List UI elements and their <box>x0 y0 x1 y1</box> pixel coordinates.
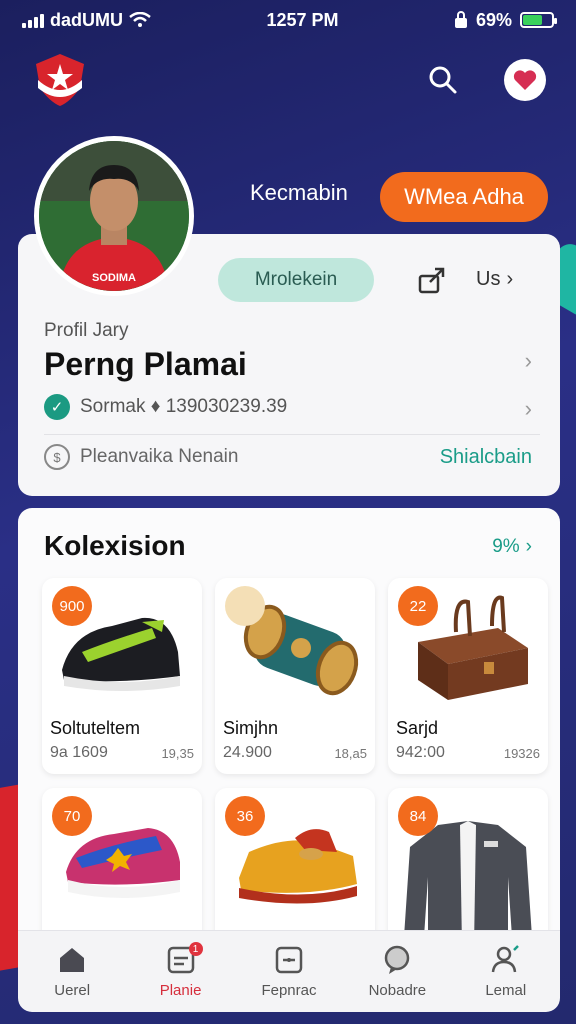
battery-percent: 69% <box>475 9 512 30</box>
carrier-name: dadUMU <box>50 9 123 30</box>
info-row: $ Pleanvaika Nenain <box>44 444 238 470</box>
user-icon <box>491 945 519 973</box>
clock: 1257 PM <box>266 9 339 30</box>
chevron-right-icon[interactable]: › <box>525 396 532 422</box>
signal-icon <box>22 12 44 28</box>
item-name: Simjhn <box>223 718 279 738</box>
item-count: 18,a5 <box>334 746 367 761</box>
nav-label: Uerel <box>54 982 91 999</box>
nav-item-nobadre[interactable]: Nobadre <box>347 944 447 999</box>
nav-item-lemal[interactable]: Lemal <box>456 944 556 999</box>
status-bar: dadUMU 1257 PM 69% <box>0 0 576 40</box>
nav-label: Lemal <box>485 982 527 999</box>
info-icon: $ <box>44 444 70 470</box>
player-photo: SODIMA <box>39 141 189 291</box>
more-link[interactable]: Us › <box>476 268 513 291</box>
eagle-shield-logo[interactable] <box>30 50 90 110</box>
profile-name: Perng Plamai <box>44 346 247 382</box>
collection-item[interactable]: 70 <box>42 788 202 948</box>
collection-more-label: 9% <box>492 536 520 557</box>
search-icon <box>429 66 457 94</box>
heart-icon <box>513 70 537 90</box>
chevron-right-icon: › <box>525 536 532 557</box>
item-badge: 900 <box>52 586 92 626</box>
panel-icon <box>275 946 303 974</box>
nav-label: Planie <box>159 982 202 999</box>
profile-label: Profil Jary <box>44 320 129 341</box>
collection-item[interactable]: 22 Sarjd 942:00 19326 <box>388 578 548 774</box>
item-price: 942:00 <box>396 744 445 761</box>
collection-item[interactable]: 900 Soltuteltem 9a 1609 19,35 <box>42 578 202 774</box>
verify-text: Sormak ♦ 1390302​39.39 <box>80 396 288 417</box>
svg-text:SODIMA: SODIMA <box>92 272 136 284</box>
collection-more-link[interactable]: 9% › <box>492 536 532 558</box>
item-count: 19,35 <box>161 746 194 761</box>
item-badge <box>225 586 265 626</box>
nav-label: Nobadre <box>368 982 427 999</box>
item-badge: 70 <box>52 796 92 836</box>
item-price: 24.900 <box>223 744 272 761</box>
collection-item[interactable]: 84 <box>388 788 548 948</box>
chevron-right-icon: › <box>506 268 514 290</box>
nav-item-planie[interactable]: 1 Planie <box>131 942 231 999</box>
share-icon[interactable] <box>416 264 448 296</box>
item-price: 9a 1609 <box>50 744 108 761</box>
collection-item[interactable]: 36 <box>215 788 375 948</box>
item-badge: 84 <box>398 796 438 836</box>
battery-level <box>522 15 543 25</box>
notification-badge: 1 <box>188 942 203 956</box>
nav-label: Fepnrac <box>261 982 317 999</box>
primary-action-button[interactable]: WMea Adha <box>380 172 548 222</box>
favorite-button[interactable] <box>504 59 546 101</box>
lock-icon <box>454 11 467 28</box>
info-link[interactable]: Shialcbain <box>440 446 532 469</box>
item-name: Soltuteltem <box>50 718 141 738</box>
avatar[interactable]: SODIMA <box>34 136 194 296</box>
bottom-nav: Uerel 1 Planie Fepnrac Nobadre Lemal <box>18 930 560 1012</box>
chevron-right-icon[interactable]: › <box>525 348 532 374</box>
info-text: Pleanvaika Nenain <box>80 446 239 467</box>
more-label: Us <box>476 268 501 290</box>
chat-icon <box>385 945 410 974</box>
top-link[interactable]: Kecmabin <box>250 180 348 206</box>
verify-row[interactable]: ✓ Sormak ♦ 1390302​39.39 <box>44 394 287 420</box>
battery-icon <box>519 12 557 28</box>
item-name: Sarjd <box>396 718 439 738</box>
check-icon: ✓ <box>44 394 70 420</box>
search-button[interactable] <box>422 59 464 101</box>
item-badge: 22 <box>398 586 438 626</box>
collection-panel: Kolexision 9% › 900 Soltuteltem 9a 1609 1… <box>18 508 560 948</box>
nav-item-fepnrac[interactable]: Fepnrac <box>239 944 339 999</box>
collection-tab-button[interactable]: Mrolekein <box>218 258 374 302</box>
collection-grid: 900 Soltuteltem 9a 1609 19,35 Simjhn 24.… <box>42 578 548 948</box>
home-icon <box>60 948 85 972</box>
app-header <box>0 48 576 112</box>
item-badge: 36 <box>225 796 265 836</box>
collection-item[interactable]: Simjhn 24.900 18,a5 <box>215 578 375 774</box>
divider <box>44 434 540 435</box>
item-count: 19326 <box>503 746 540 761</box>
nav-item-home[interactable]: Uerel <box>22 944 122 999</box>
wifi-icon <box>129 12 151 27</box>
collection-title: Kolexision <box>44 530 186 561</box>
